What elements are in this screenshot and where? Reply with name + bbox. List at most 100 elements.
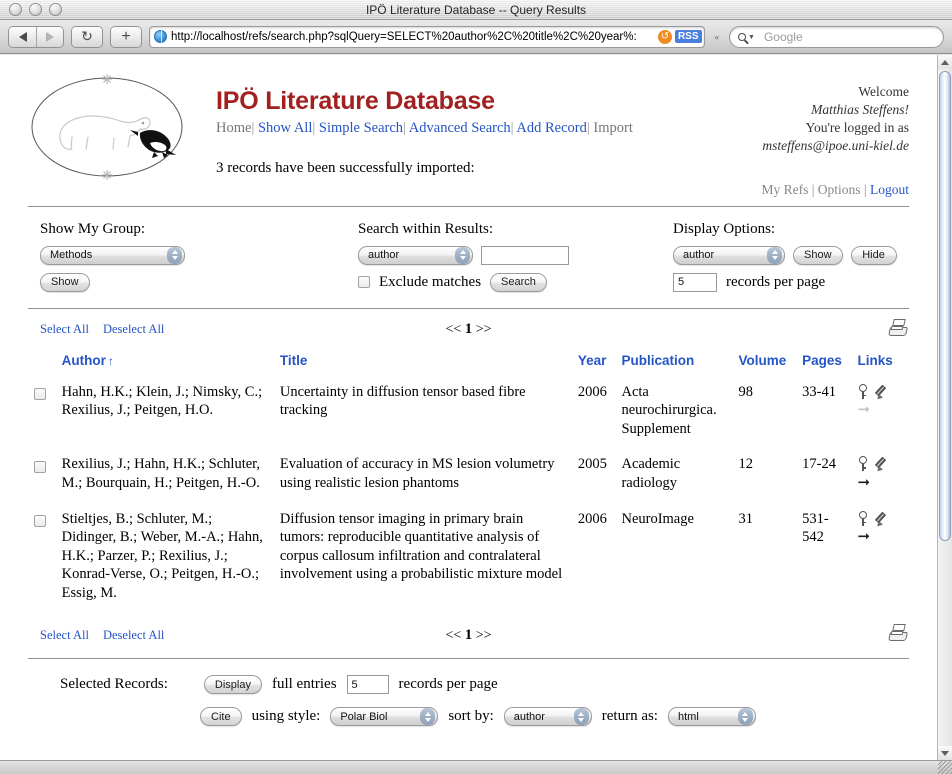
row-checkbox[interactable]: [34, 514, 46, 527]
add-bookmark-button[interactable]: +: [111, 26, 141, 47]
resize-grip[interactable]: [938, 760, 952, 774]
user-link-logout[interactable]: Logout: [870, 182, 909, 197]
full-entries-label: full entries: [271, 676, 337, 693]
search-within-field-row: author: [358, 245, 673, 265]
add-bookmark-button-group: +: [110, 25, 142, 48]
header-title[interactable]: Title: [274, 345, 572, 378]
close-button[interactable]: [9, 3, 22, 16]
goto-arrow-icon[interactable]: ➞: [857, 402, 871, 417]
reload-button-group: ↻: [71, 25, 103, 48]
display-field-select[interactable]: author: [673, 245, 785, 265]
citation-style-select[interactable]: Polar Biol: [330, 707, 439, 727]
print-button-bottom[interactable]: [888, 624, 909, 646]
records-per-page-input[interactable]: [673, 272, 717, 292]
row-select-cell: [28, 378, 56, 451]
minimize-button[interactable]: [29, 3, 42, 16]
row-checkbox[interactable]: [34, 387, 46, 400]
selected-records-label: Selected Records:: [60, 676, 168, 693]
scroll-up-button[interactable]: [938, 55, 952, 69]
header-year[interactable]: Year: [572, 345, 616, 378]
search-query-input[interactable]: [481, 245, 569, 265]
scroll-down-button[interactable]: [938, 746, 952, 760]
prev-page-link-top[interactable]: <<: [445, 322, 461, 337]
header-volume[interactable]: Volume: [733, 345, 797, 378]
details-key-icon[interactable]: [857, 456, 870, 472]
browser-search-box[interactable]: ▼ Google: [729, 25, 944, 48]
zoom-button[interactable]: [49, 3, 62, 16]
goto-arrow-icon[interactable]: ➞: [857, 529, 871, 544]
footer-records-per-page-input[interactable]: [346, 675, 389, 695]
user-links: My Refs | Options | Logout: [679, 181, 909, 199]
site-masthead: IPÖ Literature Database Home| Show All| …: [28, 55, 909, 199]
header-pages[interactable]: Pages: [796, 345, 851, 378]
reload-button[interactable]: ↻: [72, 26, 102, 47]
navigation-button-group: [8, 25, 64, 48]
select-all-link-top[interactable]: Select All: [40, 322, 89, 337]
row-checkbox[interactable]: [34, 460, 46, 473]
row-volume: 31: [738, 510, 754, 527]
row-select-cell: [28, 505, 56, 615]
display-records-button[interactable]: Display: [203, 675, 262, 695]
search-engine-chevron-icon[interactable]: ▼: [748, 33, 755, 41]
current-page-bottom: 1: [464, 626, 473, 643]
search-field-select[interactable]: author: [358, 245, 473, 265]
row-volume: 98: [738, 383, 754, 400]
select-all-link-bottom[interactable]: Select All: [40, 628, 89, 643]
goto-arrow-icon[interactable]: ➞: [857, 475, 871, 490]
details-key-icon[interactable]: [857, 510, 870, 526]
group-select[interactable]: Methods: [40, 245, 185, 265]
header-checkbox-col: [28, 345, 56, 378]
row-author: Rexilius, J.; Hahn, H.K.; Schluter, M.; …: [61, 456, 261, 491]
page-reload-icon[interactable]: ↺: [657, 29, 672, 44]
display-options-label: Display Options:: [673, 220, 776, 237]
scrollbar-thumb[interactable]: [939, 71, 951, 541]
sort-by-select[interactable]: author: [503, 707, 592, 727]
edit-pencil-icon[interactable]: [874, 511, 888, 528]
next-page-link-top[interactable]: >>: [476, 322, 492, 337]
controls-band: Show My Group: Methods Show Search withi…: [28, 207, 909, 300]
overflow-chevron-icon[interactable]: «: [712, 32, 723, 42]
display-hide-button[interactable]: Hide: [850, 245, 897, 265]
address-bar[interactable]: http://localhost/refs/search.php?sqlQuer…: [149, 25, 705, 48]
exclude-matches-label: Exclude matches: [379, 273, 482, 290]
next-page-link-bottom[interactable]: >>: [476, 628, 492, 643]
header-author[interactable]: Author ↑: [56, 345, 274, 378]
masthead-user-panel: Welcome Matthias Steffens! You're logged…: [679, 63, 909, 199]
details-key-icon[interactable]: [857, 383, 870, 399]
rss-badge[interactable]: RSS: [674, 30, 702, 43]
vertical-scrollbar[interactable]: [937, 55, 952, 760]
nav-item-advanced-search[interactable]: Advanced Search: [409, 120, 511, 136]
exclude-matches-checkbox[interactable]: [358, 276, 370, 289]
prev-page-link-bottom[interactable]: <<: [445, 628, 461, 643]
nav-item-import[interactable]: Import: [593, 120, 632, 136]
row-pages: 33-41: [802, 383, 836, 400]
user-link-options[interactable]: Options: [818, 182, 861, 197]
selected-records-row-1: Selected Records: Display full entries r…: [28, 675, 909, 695]
nav-item-add-record[interactable]: Add Record: [516, 120, 586, 136]
deselect-all-link-top[interactable]: Deselect All: [103, 322, 164, 337]
print-button-top[interactable]: [888, 318, 909, 341]
forward-button[interactable]: [36, 26, 63, 47]
reload-icon: ↻: [81, 28, 93, 44]
nav-item-simple-search[interactable]: Simple Search: [319, 120, 403, 136]
cite-button[interactable]: Cite: [200, 707, 242, 727]
search-button[interactable]: Search: [490, 272, 547, 292]
group-show-button[interactable]: Show: [40, 272, 90, 292]
polar-bear-penguin-logo-icon: [31, 74, 183, 180]
nav-item-home[interactable]: Home: [216, 120, 251, 136]
return-as-select[interactable]: html: [667, 707, 756, 727]
user-link-my-refs[interactable]: My Refs: [761, 182, 808, 197]
records-per-page-row: records per page: [673, 272, 909, 292]
back-button[interactable]: [9, 26, 36, 47]
deselect-all-link-bottom[interactable]: Deselect All: [103, 628, 164, 643]
edit-pencil-icon[interactable]: [874, 384, 888, 402]
page-content: IPÖ Literature Database Home| Show All| …: [0, 55, 937, 760]
masthead-center: IPÖ Literature Database Home| Show All| …: [188, 63, 679, 177]
browser-window: IPÖ Literature Database -- Query Results…: [0, 0, 952, 774]
header-publication[interactable]: Publication: [615, 345, 732, 378]
edit-pencil-icon[interactable]: [874, 456, 888, 474]
display-show-button[interactable]: Show: [793, 245, 843, 265]
nav-item-show-all[interactable]: Show All: [258, 120, 312, 136]
row-title: Uncertainty in diffusion tensor based fi…: [279, 383, 526, 419]
records-per-page-label: records per page: [726, 273, 826, 290]
